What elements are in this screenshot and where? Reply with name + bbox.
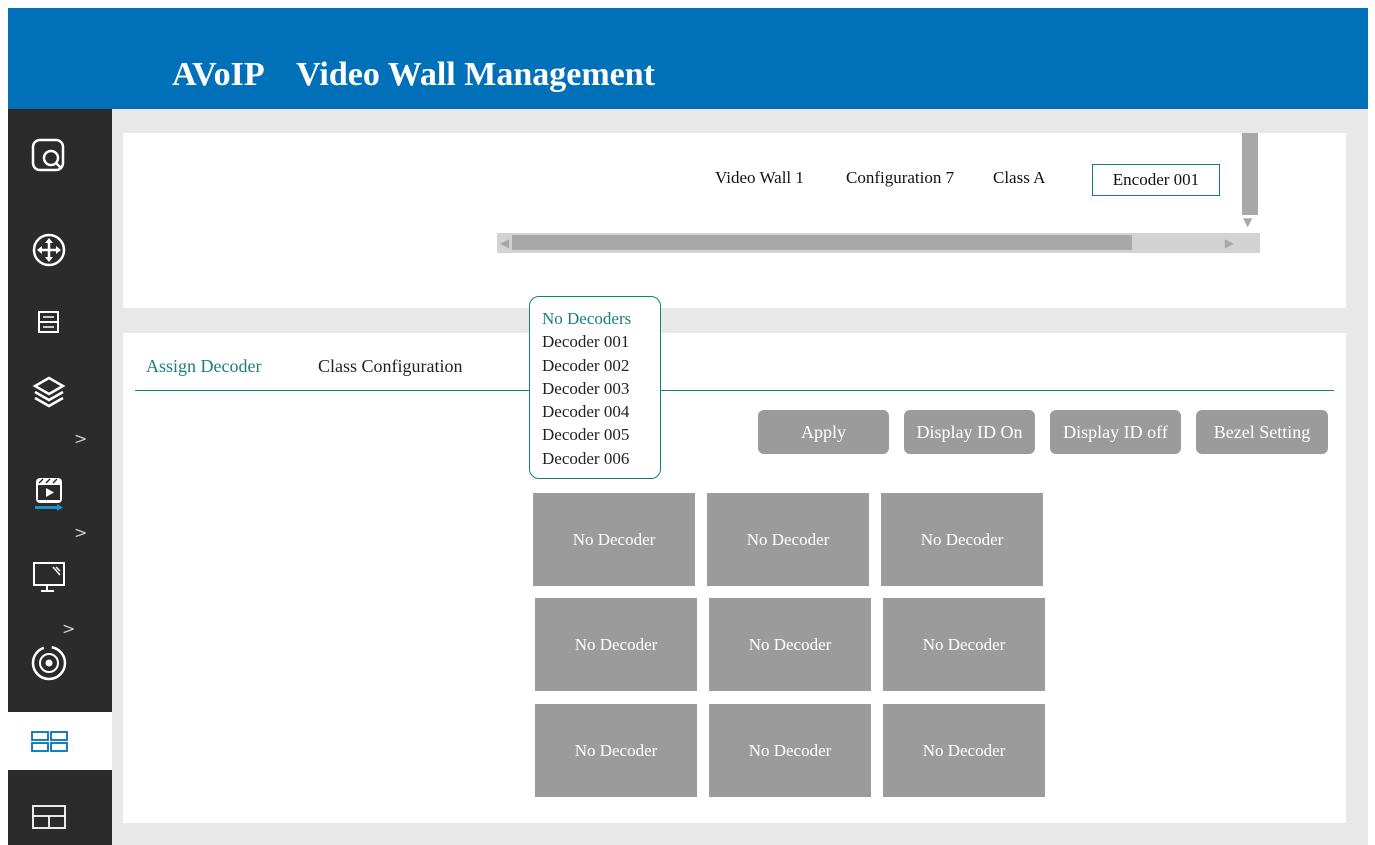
app-header: AVoIP Video Wall Management — [8, 8, 1368, 109]
sidebar-item-target[interactable] — [8, 635, 112, 691]
sidebar-item-video-wall[interactable] — [8, 712, 112, 770]
wall-cell-7[interactable]: No Decoder — [535, 704, 697, 797]
sidebar-item-search[interactable] — [8, 127, 112, 183]
scroll-right-icon[interactable]: ▶ — [1225, 236, 1234, 250]
bezel-setting-button[interactable]: Bezel Setting — [1196, 410, 1328, 454]
configuration-label: Configuration 7 — [846, 168, 955, 187]
vertical-scroll-thumb[interactable] — [1242, 133, 1258, 215]
decoder-option[interactable]: Decoder 004 — [542, 400, 660, 423]
sidebar-item-move[interactable] — [8, 222, 112, 278]
media-expand-arrow[interactable]: > — [74, 523, 87, 542]
tab-class-configuration[interactable]: Class Configuration — [318, 356, 463, 377]
decoder-dropdown[interactable]: No Decoders Decoder 001 Decoder 002 Deco… — [529, 296, 661, 479]
video-wall-label: Video Wall 1 — [715, 168, 804, 187]
media-icon — [35, 478, 63, 511]
horizontal-scroll-thumb[interactable] — [512, 235, 1132, 250]
class-label: Class A — [993, 168, 1046, 187]
tab-assign-decoder[interactable]: Assign Decoder — [146, 356, 261, 377]
grid-two-icon — [31, 731, 68, 752]
target-icon — [31, 645, 67, 681]
wall-cell-3[interactable]: No Decoder — [881, 493, 1043, 586]
decoder-option[interactable]: Decoder 005 — [542, 423, 660, 446]
decoder-option[interactable]: No Decoders — [542, 307, 660, 330]
decoder-option[interactable]: Decoder 001 — [542, 330, 660, 353]
decoder-option[interactable]: Decoder 006 — [542, 447, 660, 470]
display-id-on-button[interactable]: Display ID On — [904, 410, 1035, 454]
decoder-option[interactable]: Decoder 002 — [542, 354, 660, 377]
vertical-scrollbar[interactable]: ▼ — [1240, 133, 1260, 233]
layers-expand-arrow[interactable]: > — [74, 429, 87, 448]
wall-cell-1[interactable]: No Decoder — [533, 493, 695, 586]
monitor-icon — [33, 562, 65, 592]
move-arrows-icon — [32, 233, 66, 267]
sidebar-item-monitor[interactable] — [8, 549, 112, 605]
wall-cell-9[interactable]: No Decoder — [883, 704, 1045, 797]
wall-cell-6[interactable]: No Decoder — [883, 598, 1045, 691]
wall-info-panel — [123, 133, 1346, 308]
wall-cell-2[interactable]: No Decoder — [707, 493, 869, 586]
app-title: AVoIP Video Wall Management — [172, 56, 655, 93]
grid-four-icon — [32, 805, 66, 829]
sidebar-item-layout[interactable] — [8, 789, 112, 845]
sidebar-item-layers[interactable] — [8, 364, 112, 420]
sidebar: > > > — [8, 109, 112, 845]
server-icon — [38, 311, 59, 333]
tab-divider — [135, 390, 1334, 391]
display-id-off-button[interactable]: Display ID off — [1050, 410, 1181, 454]
wall-cell-5[interactable]: No Decoder — [709, 598, 871, 691]
app-window: AVoIP Video Wall Management > > > Video … — [0, 0, 1375, 845]
decoder-option[interactable]: Decoder 003 — [542, 377, 660, 400]
scroll-left-icon[interactable]: ◀ — [500, 236, 509, 250]
horizontal-scrollbar[interactable]: ◀ ▶ — [497, 233, 1240, 253]
scrollbar-corner — [1240, 233, 1260, 253]
wall-cell-8[interactable]: No Decoder — [709, 704, 871, 797]
search-icon — [31, 138, 65, 172]
wall-cell-4[interactable]: No Decoder — [535, 598, 697, 691]
sidebar-item-server[interactable] — [8, 294, 112, 350]
sidebar-item-media[interactable] — [8, 465, 112, 521]
encoder-field[interactable]: Encoder 001 — [1092, 164, 1220, 196]
layers-icon — [32, 376, 66, 408]
scroll-down-icon[interactable]: ▼ — [1243, 215, 1252, 229]
apply-button[interactable]: Apply — [758, 410, 889, 454]
